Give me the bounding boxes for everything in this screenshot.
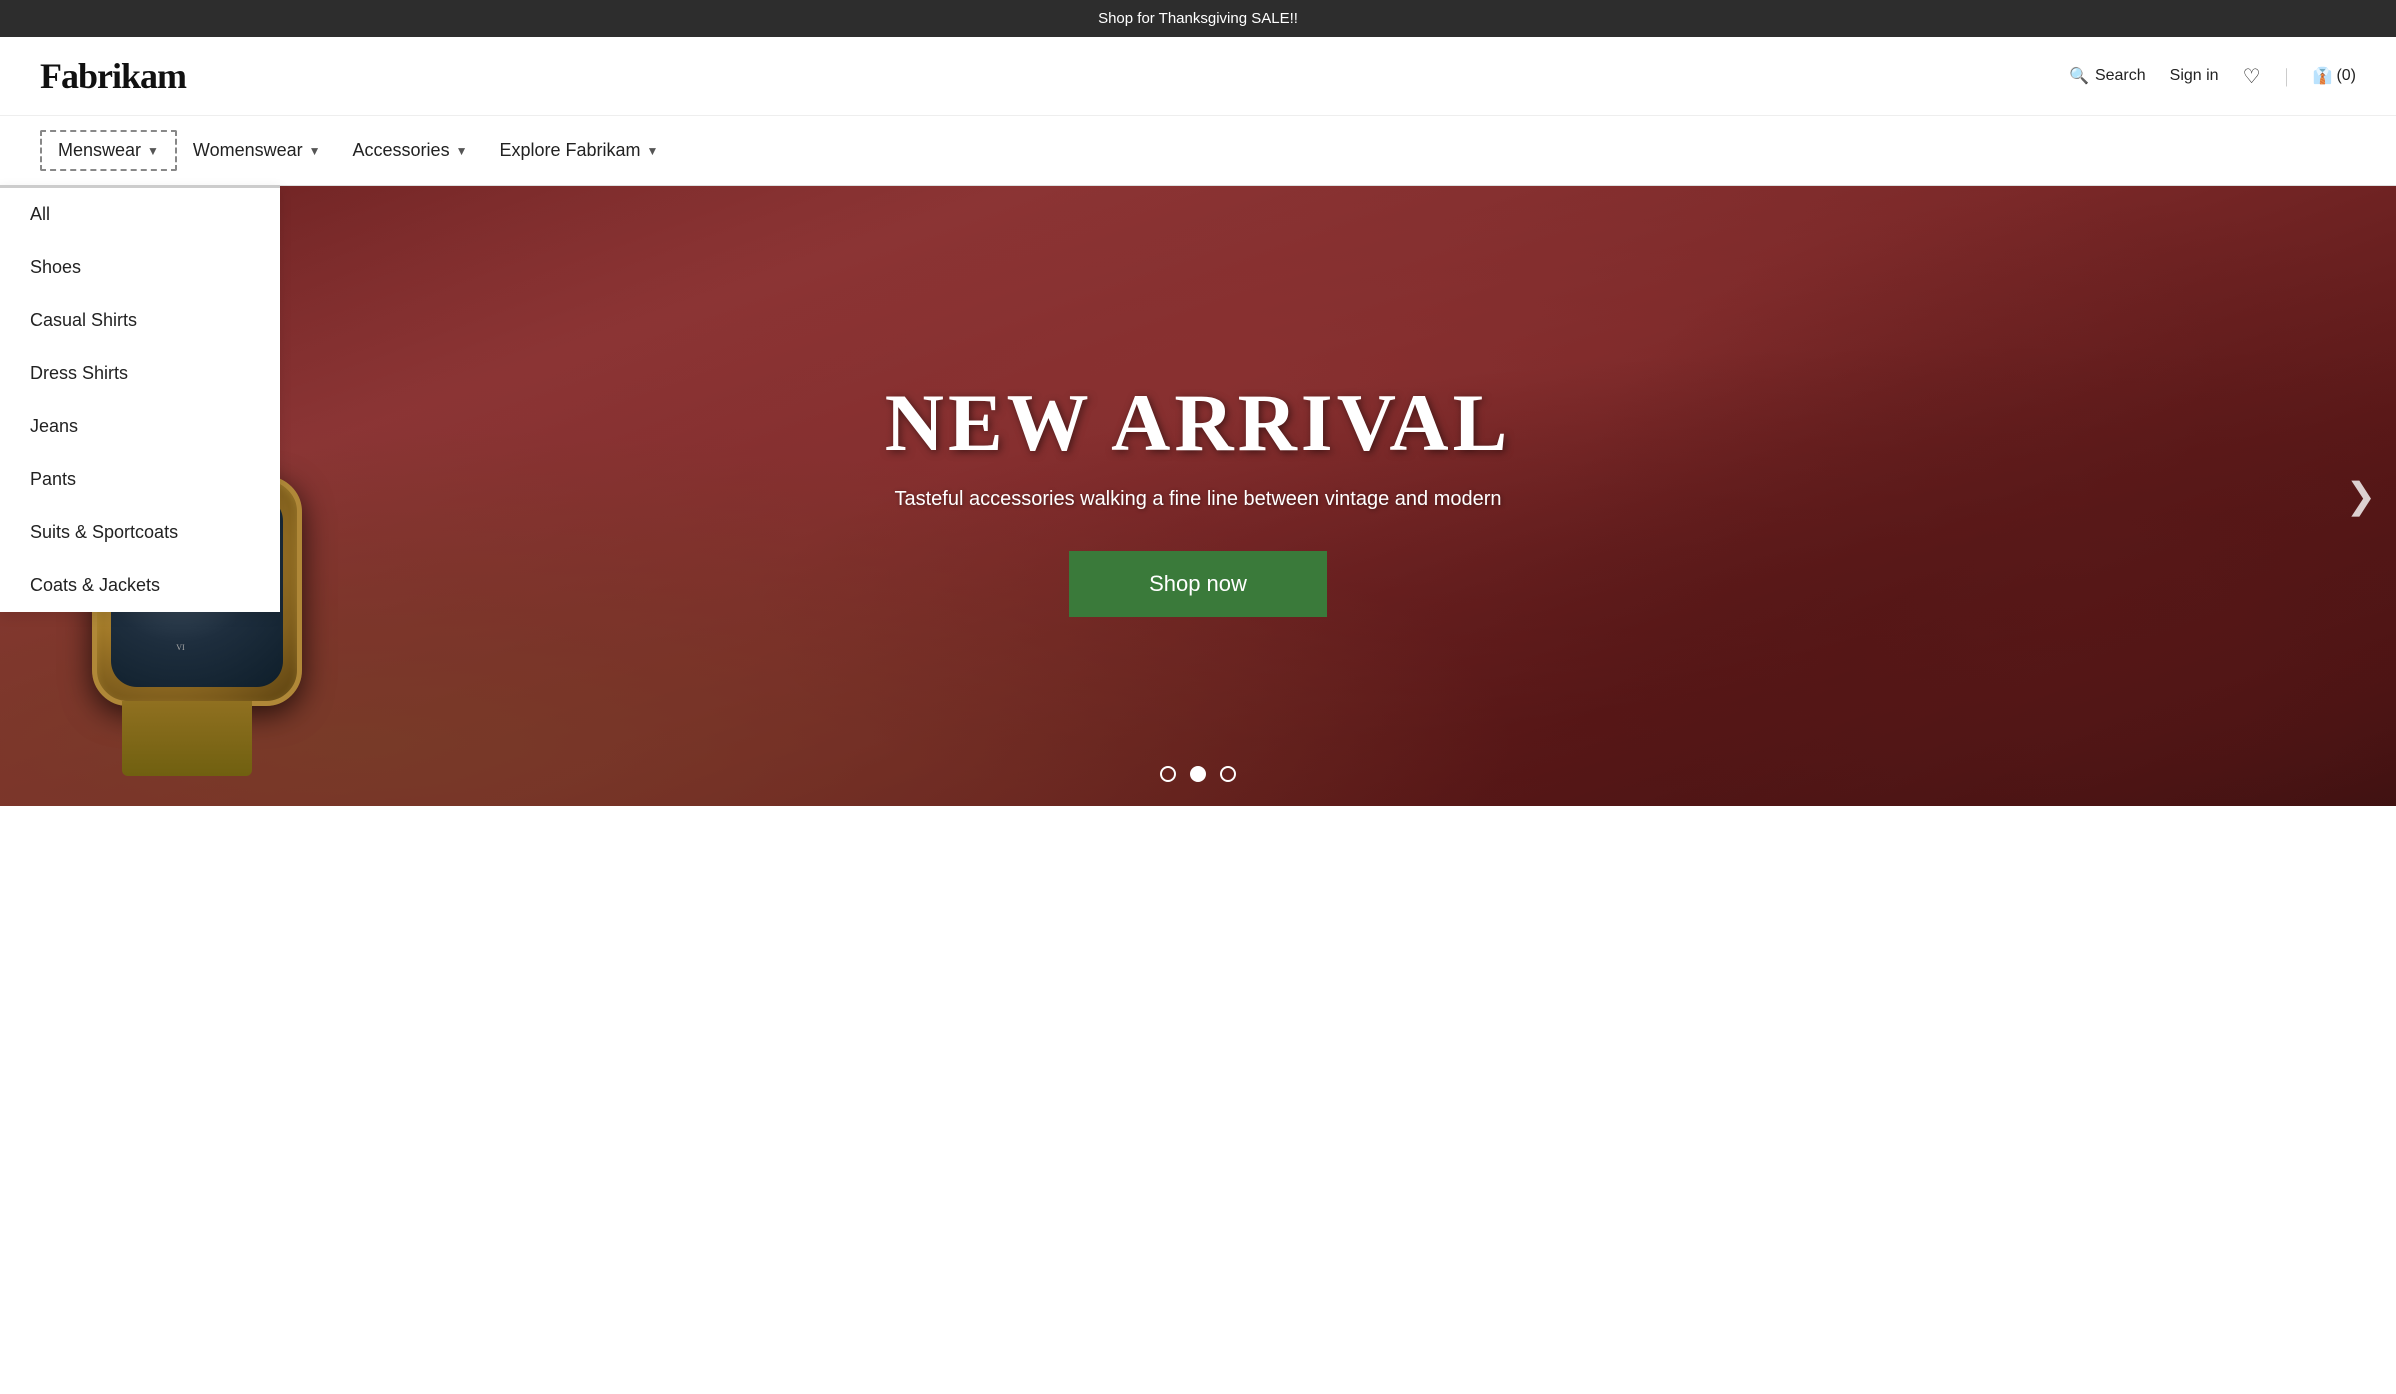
nav-item-explore[interactable]: Explore Fabrikam ▼ — [483, 132, 674, 169]
dropdown-item-coats[interactable]: Coats & Jackets — [0, 559, 280, 612]
announcement-bar: Shop for Thanksgiving SALE!! — [0, 0, 2396, 37]
search-icon: 🔍 — [2069, 66, 2089, 86]
heart-icon: ♡ — [2243, 66, 2261, 88]
carousel-dot-2[interactable] — [1190, 766, 1206, 782]
cart-count: (0) — [2336, 67, 2356, 85]
nav-label-menswear: Menswear — [58, 140, 141, 161]
dropdown-item-jeans[interactable]: Jeans — [0, 400, 280, 453]
search-button[interactable]: 🔍 Search — [2069, 66, 2146, 86]
carousel-dot-3[interactable] — [1220, 766, 1236, 782]
hero-content: NEW ARRIVAL Tasteful accessories walking… — [885, 376, 1512, 617]
nav-label-accessories: Accessories — [353, 140, 450, 161]
dropdown-item-all[interactable]: All — [0, 188, 280, 241]
menswear-dropdown: All Shoes Casual Shirts Dress Shirts Jea… — [0, 185, 280, 612]
main-nav: Menswear ▼ Womenswear ▼ Accessories ▼ Ex… — [0, 116, 2396, 186]
hero-right-decoration — [1557, 186, 2396, 806]
hero-subtitle: Tasteful accessories walking a fine line… — [885, 488, 1512, 511]
cart-button[interactable]: 👔 (0) — [2313, 66, 2356, 86]
logo[interactable]: Fabrikam — [40, 55, 186, 97]
chevron-down-icon: ▼ — [647, 144, 659, 158]
dropdown-item-dress-shirts[interactable]: Dress Shirts — [0, 347, 280, 400]
header-actions: 🔍 Search Sign in ♡ | 👔 (0) — [2069, 64, 2356, 89]
dropdown-item-shoes[interactable]: Shoes — [0, 241, 280, 294]
dropdown-item-suits[interactable]: Suits & Sportcoats — [0, 506, 280, 559]
nav-item-accessories[interactable]: Accessories ▼ — [337, 132, 484, 169]
nav-label-womenswear: Womenswear — [193, 140, 303, 161]
header-divider: | — [2285, 65, 2289, 88]
carousel-next-arrow[interactable]: ❯ — [2346, 475, 2376, 517]
nav-label-explore: Explore Fabrikam — [499, 140, 640, 161]
nav-item-menswear[interactable]: Menswear ▼ — [40, 130, 177, 171]
carousel-dots — [1160, 766, 1236, 782]
shop-now-button[interactable]: Shop now — [1069, 551, 1327, 617]
signin-button[interactable]: Sign in — [2170, 67, 2219, 85]
announcement-text: Shop for Thanksgiving SALE!! — [1098, 10, 1298, 27]
chevron-down-icon: ▼ — [147, 144, 159, 158]
dropdown-item-pants[interactable]: Pants — [0, 453, 280, 506]
search-label: Search — [2095, 67, 2146, 85]
carousel-dot-1[interactable] — [1160, 766, 1176, 782]
chevron-down-icon: ▼ — [456, 144, 468, 158]
dropdown-item-casual-shirts[interactable]: Casual Shirts — [0, 294, 280, 347]
wishlist-button[interactable]: ♡ — [2243, 64, 2261, 89]
cart-icon: 👔 — [2313, 66, 2333, 86]
chevron-down-icon: ▼ — [309, 144, 321, 158]
hero-title: NEW ARRIVAL — [885, 376, 1512, 470]
hero-section: VI XII NEW ARRIVAL Tasteful accessories … — [0, 186, 2396, 806]
header: Fabrikam 🔍 Search Sign in ♡ | 👔 (0) — [0, 37, 2396, 116]
nav-item-womenswear[interactable]: Womenswear ▼ — [177, 132, 337, 169]
